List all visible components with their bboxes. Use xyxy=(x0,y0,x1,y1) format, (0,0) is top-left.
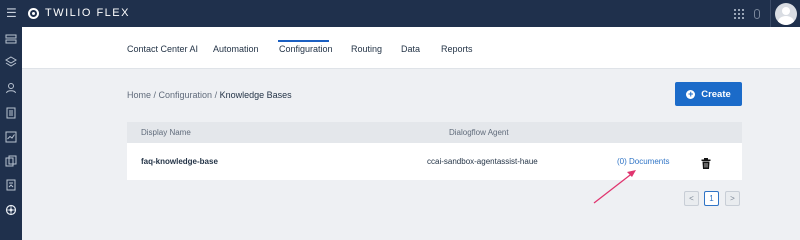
column-header-display-name[interactable]: Display Name xyxy=(141,128,191,138)
top-bar: ☰ TWILIO FLEX xyxy=(0,0,800,27)
breadcrumb-separator: / xyxy=(151,90,159,100)
top-bar-right xyxy=(734,0,800,27)
divider xyxy=(770,0,771,27)
tab-configuration[interactable]: Configuration xyxy=(279,44,333,54)
tab-routing[interactable]: Routing xyxy=(351,44,382,54)
sidebar-reports-icon[interactable] xyxy=(5,179,17,191)
breadcrumb-current: Knowledge Bases xyxy=(219,90,292,100)
pagination-next-button[interactable]: > xyxy=(725,191,740,206)
tab-automation[interactable]: Automation xyxy=(213,44,259,54)
sidebar-agent-desktop-icon[interactable] xyxy=(5,33,17,45)
breadcrumb-configuration[interactable]: Configuration xyxy=(159,90,213,100)
sidebar-layers-icon[interactable] xyxy=(5,56,17,68)
cell-display-name: faq-knowledge-base xyxy=(141,157,218,166)
knowledge-bases-table: Display Name Dialogflow Agent faq-knowle… xyxy=(127,122,742,180)
sidebar-dashboards-icon[interactable] xyxy=(5,155,17,167)
breadcrumb-home[interactable]: Home xyxy=(127,90,151,100)
brand-name: TWILIO FLEX xyxy=(45,7,130,19)
annotation-arrow-icon xyxy=(590,166,640,206)
tab-reports[interactable]: Reports xyxy=(441,44,473,54)
delete-trash-icon[interactable] xyxy=(701,156,711,169)
tab-contact-center-ai[interactable]: Contact Center AI xyxy=(127,44,198,54)
cell-dialogflow-agent: ccai-sandbox-agentassist-haue xyxy=(427,157,538,166)
sidebar xyxy=(0,27,22,240)
pagination-prev-button[interactable]: < xyxy=(684,191,699,206)
sidebar-ai-brain-icon[interactable] xyxy=(5,204,17,216)
microphone-icon[interactable] xyxy=(754,8,760,19)
pagination-page-1[interactable]: 1 xyxy=(704,191,719,206)
breadcrumb: Home / Configuration / Knowledge Bases xyxy=(127,90,292,100)
column-header-dialogflow-agent[interactable]: Dialogflow Agent xyxy=(449,128,509,138)
sidebar-insights-icon[interactable] xyxy=(5,131,17,143)
plus-icon: + xyxy=(686,88,696,99)
twilio-logo-icon xyxy=(28,7,39,19)
sidebar-supervisor-icon[interactable] xyxy=(5,82,17,94)
table-header: Display Name Dialogflow Agent xyxy=(127,122,742,143)
create-button-label: Create xyxy=(701,88,731,100)
hamburger-menu-icon[interactable]: ☰ xyxy=(6,7,17,19)
create-button[interactable]: + Create xyxy=(675,82,742,106)
table-row: faq-knowledge-base ccai-sandbox-agentass… xyxy=(127,143,742,180)
secondary-nav: Contact Center AI Automation Configurati… xyxy=(22,27,800,69)
dialpad-icon[interactable] xyxy=(734,8,744,19)
breadcrumb-separator: / xyxy=(212,90,220,100)
user-avatar[interactable] xyxy=(775,2,797,25)
tab-data[interactable]: Data xyxy=(401,44,420,54)
sidebar-queues-icon[interactable] xyxy=(5,107,17,119)
active-tab-indicator xyxy=(278,40,329,42)
brand: TWILIO FLEX xyxy=(28,7,130,19)
